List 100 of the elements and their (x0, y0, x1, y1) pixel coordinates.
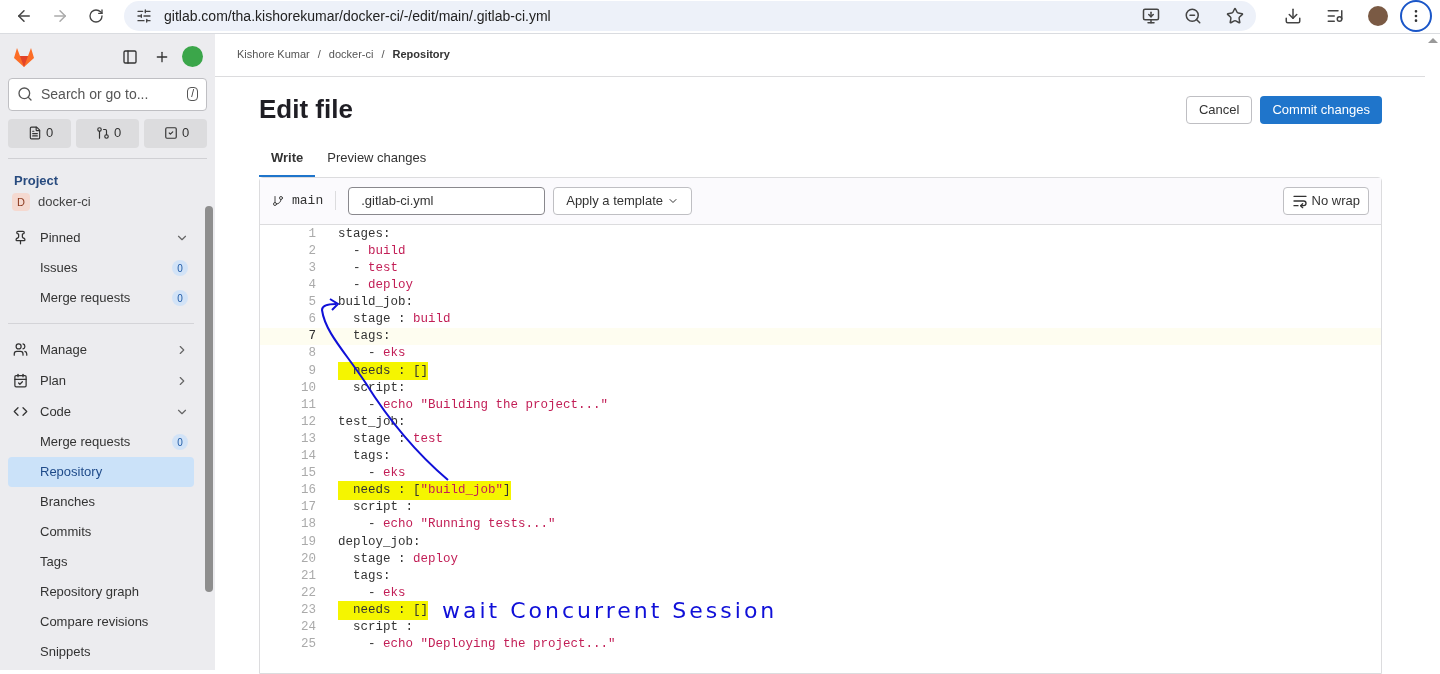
line-number: 14 (300, 448, 316, 466)
editor-tab[interactable]: Write (259, 140, 316, 177)
code-line: - eks (367, 584, 406, 602)
template-dropdown[interactable]: Apply a template (553, 186, 693, 215)
line-number: 6 (307, 311, 316, 329)
handwritten-note: wait Concurrent Session (442, 601, 778, 619)
line-number: 4 (307, 277, 316, 295)
count-badge: 0 (172, 260, 188, 277)
cancel-button[interactable]: Cancel (1186, 95, 1253, 124)
line-number: 7 (307, 328, 316, 346)
branch-icon (272, 194, 284, 207)
count-button[interactable]: 0 (8, 118, 71, 148)
nav-item[interactable]: Repository (8, 457, 194, 488)
code-line: - echo "Deploying the project..." (367, 636, 616, 654)
nav-item[interactable]: Merge requests 0 (8, 283, 194, 314)
profile-avatar[interactable] (1368, 6, 1388, 27)
url-text: gitlab.com/tha.kishorekumar/docker-ci/-/edit/main/.gitlab-ci.yml (164, 6, 552, 26)
user-avatar[interactable] (182, 46, 203, 68)
project-name: docker-ci (38, 193, 91, 212)
code-line: stage : test (352, 430, 444, 448)
breadcrumb-separator: / (381, 47, 385, 63)
code-line: deploy_job: (338, 533, 421, 551)
line-number: 24 (300, 619, 316, 636)
line-number: 5 (307, 294, 316, 312)
menu-button[interactable] (1400, 0, 1432, 33)
people-icon (13, 342, 28, 358)
line-number: 23 (300, 601, 316, 619)
bookmark-icon[interactable] (1226, 7, 1244, 26)
code-line: stages: (338, 225, 391, 243)
code-line: stage : build (352, 311, 451, 329)
line-number: 18 (300, 516, 316, 534)
nav-item[interactable]: Issues 0 (8, 253, 194, 284)
project-avatar: D (12, 193, 30, 212)
nav-group[interactable]: Pinned (8, 222, 194, 254)
code-line: - test (352, 260, 399, 277)
filename-field[interactable]: .gitlab-ci.yml (348, 186, 546, 215)
code-line: build_job: (338, 294, 413, 312)
nav-item[interactable]: Merge requests 0 (8, 427, 194, 458)
line-number: 20 (300, 550, 316, 568)
line-number: 13 (300, 430, 316, 448)
nav-group[interactable]: Code (8, 396, 194, 428)
code-line: script : (352, 619, 413, 636)
code-line: - echo "Building the project..." (367, 396, 609, 414)
code-line: - build (352, 242, 406, 260)
download-icon[interactable] (1284, 7, 1302, 26)
line-number: 10 (300, 379, 316, 397)
address-bar[interactable]: gitlab.com/tha.kishorekumar/docker-ci/-/edit/main/.gitlab-ci.yml (124, 1, 1256, 32)
count-button[interactable]: 0 (76, 118, 139, 148)
line-number: 25 (300, 636, 316, 654)
breadcrumb-link[interactable]: Kishore Kumar (237, 46, 310, 63)
breadcrumb-link[interactable]: docker-ci (328, 46, 374, 63)
project-item[interactable]: D docker-ci (8, 192, 194, 213)
count-badge: 0 (172, 290, 188, 307)
todo-icon (164, 126, 178, 141)
code-line: - eks (367, 465, 406, 483)
line-number: 8 (307, 345, 316, 363)
scroll-up-icon[interactable] (1427, 37, 1438, 43)
code-line: stage : deploy (352, 550, 459, 568)
line-number: 15 (300, 465, 316, 483)
breadcrumb-separator: / (317, 47, 321, 63)
line-number: 3 (307, 260, 316, 277)
nav-group[interactable]: Plan (8, 365, 194, 397)
pin-icon (13, 230, 28, 246)
wrap-button[interactable]: No wrap (1282, 186, 1369, 215)
editor-tab[interactable]: Preview changes (315, 140, 439, 177)
sidebar-toggle-icon[interactable] (122, 48, 138, 65)
issues-icon (28, 126, 42, 141)
calendar-icon (13, 373, 28, 389)
line-number: 1 (307, 225, 316, 243)
line-number: 11 (300, 396, 316, 414)
line-number: 9 (307, 362, 316, 380)
branch-name: main (292, 190, 337, 211)
breadcrumb-link[interactable]: Repository (392, 46, 450, 63)
nav-item[interactable]: Branches (8, 487, 194, 518)
search-field[interactable]: Search or go to... / (8, 77, 207, 111)
count-button[interactable]: 0 (144, 118, 207, 148)
nav-item[interactable]: Commits (8, 517, 194, 548)
reload-icon[interactable] (88, 8, 104, 25)
nav-item[interactable]: Snippets (8, 637, 194, 668)
site-settings-icon[interactable] (136, 8, 152, 25)
nav-item[interactable]: Repository graph (8, 577, 194, 608)
nav-item[interactable]: Compare revisions (8, 607, 194, 638)
commit-button[interactable]: Commit changes (1260, 95, 1382, 124)
scrollbar-thumb[interactable] (204, 206, 213, 593)
code-line: - deploy (352, 277, 414, 295)
line-number: 21 (300, 567, 316, 585)
nav-item[interactable]: Tags (8, 547, 194, 578)
count-badge: 0 (172, 434, 188, 451)
line-number: 17 (300, 499, 316, 517)
zoom-icon[interactable] (1184, 7, 1202, 26)
nav-group[interactable]: Manage (8, 334, 194, 366)
shortcut-key: / (187, 87, 198, 102)
page-title: Edit file (259, 93, 354, 127)
code-line: - echo "Running tests..." (367, 516, 556, 534)
merge-icon (96, 126, 110, 141)
line-number: 12 (300, 413, 316, 431)
section-title: Project (13, 171, 60, 190)
install-icon[interactable] (1142, 7, 1160, 26)
code-line: tags: (352, 448, 391, 466)
line-number: 22 (300, 584, 316, 602)
